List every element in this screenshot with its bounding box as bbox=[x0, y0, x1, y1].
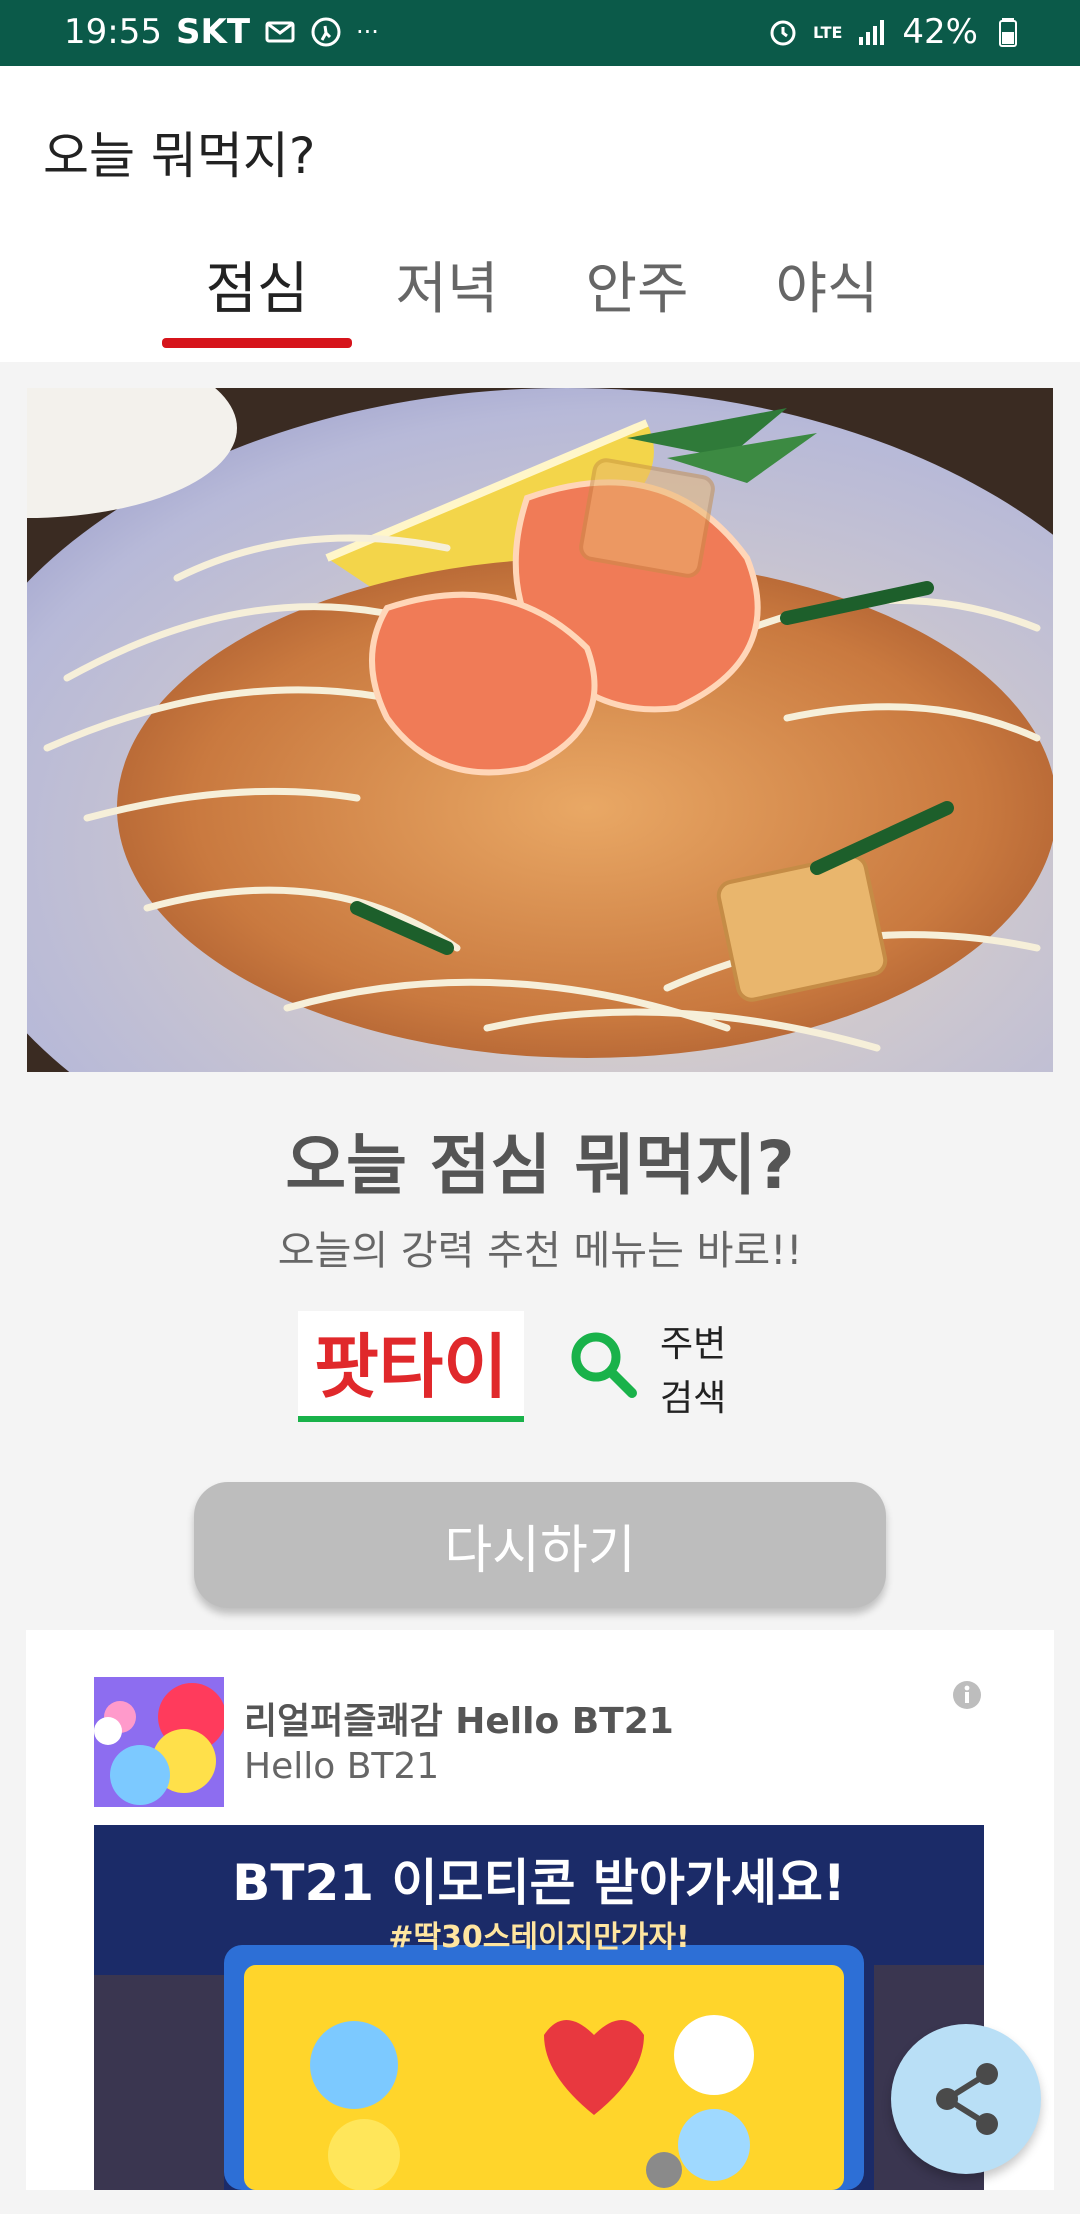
tab-bar: 점심 저녁 안주 야식 bbox=[162, 244, 922, 325]
result-box: 팟타이 bbox=[298, 1311, 524, 1421]
ad-title: 리얼퍼즐쾌감 Hello BT21 bbox=[244, 1701, 674, 1742]
status-right: LTE 42% bbox=[767, 12, 1024, 52]
share-icon bbox=[936, 2063, 998, 2135]
mail-icon bbox=[265, 21, 295, 43]
ad-subtitle: Hello BT21 bbox=[244, 1746, 440, 1787]
battery-icon bbox=[999, 18, 1017, 47]
lte-icon: LTE bbox=[813, 22, 843, 42]
nearby-search-line1: 주변 bbox=[660, 1324, 727, 1365]
tab-indicator bbox=[162, 338, 352, 348]
tab-dinner[interactable]: 저녁 bbox=[352, 244, 542, 325]
share-button[interactable] bbox=[891, 2024, 1041, 2174]
nearby-search-line2: 검색 bbox=[660, 1378, 727, 1419]
tab-snacks[interactable]: 안주 bbox=[542, 244, 732, 325]
signal-icon bbox=[859, 20, 885, 45]
main-title: 오늘 점심 뭐먹지? bbox=[285, 1127, 795, 1204]
banner-title: BT21 이모티콘 받아가세요! bbox=[232, 1854, 846, 1912]
tab-late-night[interactable]: 야식 bbox=[732, 244, 922, 325]
info-icon[interactable] bbox=[952, 1680, 982, 1710]
activity-icon bbox=[311, 17, 341, 47]
food-illustration bbox=[27, 388, 1053, 1072]
app-bar: 오늘 뭐먹지? 점심 저녁 안주 야식 bbox=[0, 66, 1080, 362]
food-image bbox=[27, 388, 1053, 1072]
search-icon[interactable] bbox=[564, 1325, 644, 1405]
retry-button[interactable]: 다시하기 bbox=[194, 1482, 886, 1608]
subtitle: 오늘의 강력 추천 메뉴는 바로!! bbox=[277, 1228, 803, 1274]
tab-lunch[interactable]: 점심 bbox=[162, 244, 352, 325]
ad-banner[interactable]: BT21 이모티콘 받아가세요! #딱30스테이지만가자! bbox=[94, 1825, 984, 2190]
nearby-search[interactable]: 주변 검색 bbox=[660, 1318, 726, 1426]
alarm-icon bbox=[770, 20, 796, 46]
status-bar: 19:55 SKT ··· LTE 42% bbox=[0, 0, 1080, 66]
recommended-menu: 팟타이 bbox=[314, 1326, 508, 1408]
status-left: 19:55 SKT ··· bbox=[64, 12, 379, 52]
status-carrier: SKT bbox=[175, 12, 251, 52]
status-more: ··· bbox=[356, 18, 379, 46]
status-time: 19:55 bbox=[64, 12, 162, 52]
ad-app-icon[interactable] bbox=[94, 1677, 224, 1807]
banner-subtitle: #딱30스테이지만가자! bbox=[388, 1920, 690, 1955]
battery-percent: 42% bbox=[902, 12, 978, 52]
result-underline bbox=[298, 1416, 524, 1422]
app-title: 오늘 뭐먹지? bbox=[43, 127, 316, 185]
